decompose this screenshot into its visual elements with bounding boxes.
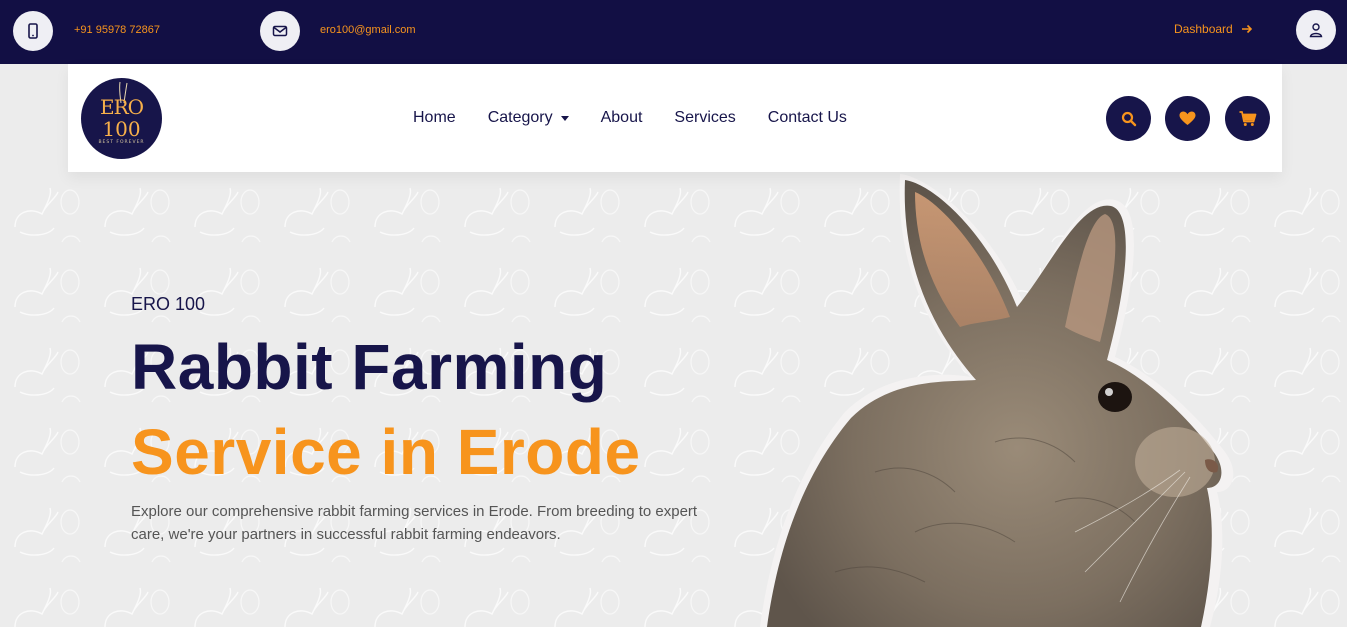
nav-item-contact[interactable]: Contact Us bbox=[768, 109, 847, 127]
nav-label: Category bbox=[487, 109, 553, 126]
cart-icon bbox=[1239, 110, 1256, 126]
logo-line2: 100 bbox=[102, 117, 141, 141]
search-button[interactable] bbox=[1106, 96, 1151, 141]
rabbit-image bbox=[760, 174, 1234, 627]
heart-icon bbox=[1179, 111, 1196, 125]
envelope-icon bbox=[260, 11, 300, 51]
caret-down-icon bbox=[560, 115, 569, 121]
email-link[interactable]: ero100@gmail.com bbox=[320, 24, 416, 36]
nav-item-category[interactable]: Category bbox=[488, 109, 569, 127]
logo-line1: ERO bbox=[99, 95, 144, 119]
main-navbar: ERO 100 BEST FOREVER Home Category About… bbox=[68, 64, 1282, 172]
nav-item-home[interactable]: Home bbox=[413, 109, 456, 127]
phone-link[interactable]: +91 95978 72867 bbox=[74, 24, 160, 36]
nav-menu: Home Category About Services Contact Us bbox=[413, 109, 847, 127]
hero-eyebrow: ERO 100 bbox=[131, 294, 206, 314]
user-icon[interactable] bbox=[1296, 10, 1336, 50]
cart-button[interactable] bbox=[1225, 96, 1270, 141]
wishlist-button[interactable] bbox=[1165, 96, 1210, 141]
nav-label: Contact Us bbox=[767, 109, 847, 126]
top-bar: +91 95978 72867 ero100@gmail.com Dashboa… bbox=[0, 0, 1347, 64]
nav-label: Home bbox=[413, 109, 456, 126]
site-logo[interactable]: ERO 100 BEST FOREVER bbox=[81, 78, 162, 159]
hero-description: Explore our comprehensive rabbit farming… bbox=[131, 503, 698, 543]
nav-label: Services bbox=[674, 109, 736, 126]
logo-tagline: BEST FOREVER bbox=[98, 140, 145, 145]
hero-title-line1: Rabbit Farming bbox=[131, 331, 608, 403]
dashboard-label: Dashboard bbox=[1174, 22, 1233, 36]
arrow-right-icon bbox=[1241, 24, 1252, 34]
nav-item-services[interactable]: Services bbox=[674, 109, 735, 127]
search-icon bbox=[1121, 111, 1136, 126]
nav-item-about[interactable]: About bbox=[601, 109, 643, 127]
mobile-phone-icon bbox=[13, 11, 53, 51]
hero-section: ERO 100 Rabbit Farming Service in Erode … bbox=[0, 172, 1347, 627]
hero-title-line2: Service in Erode bbox=[131, 416, 641, 488]
dashboard-link[interactable]: Dashboard bbox=[1174, 22, 1253, 36]
nav-label: About bbox=[600, 109, 643, 126]
